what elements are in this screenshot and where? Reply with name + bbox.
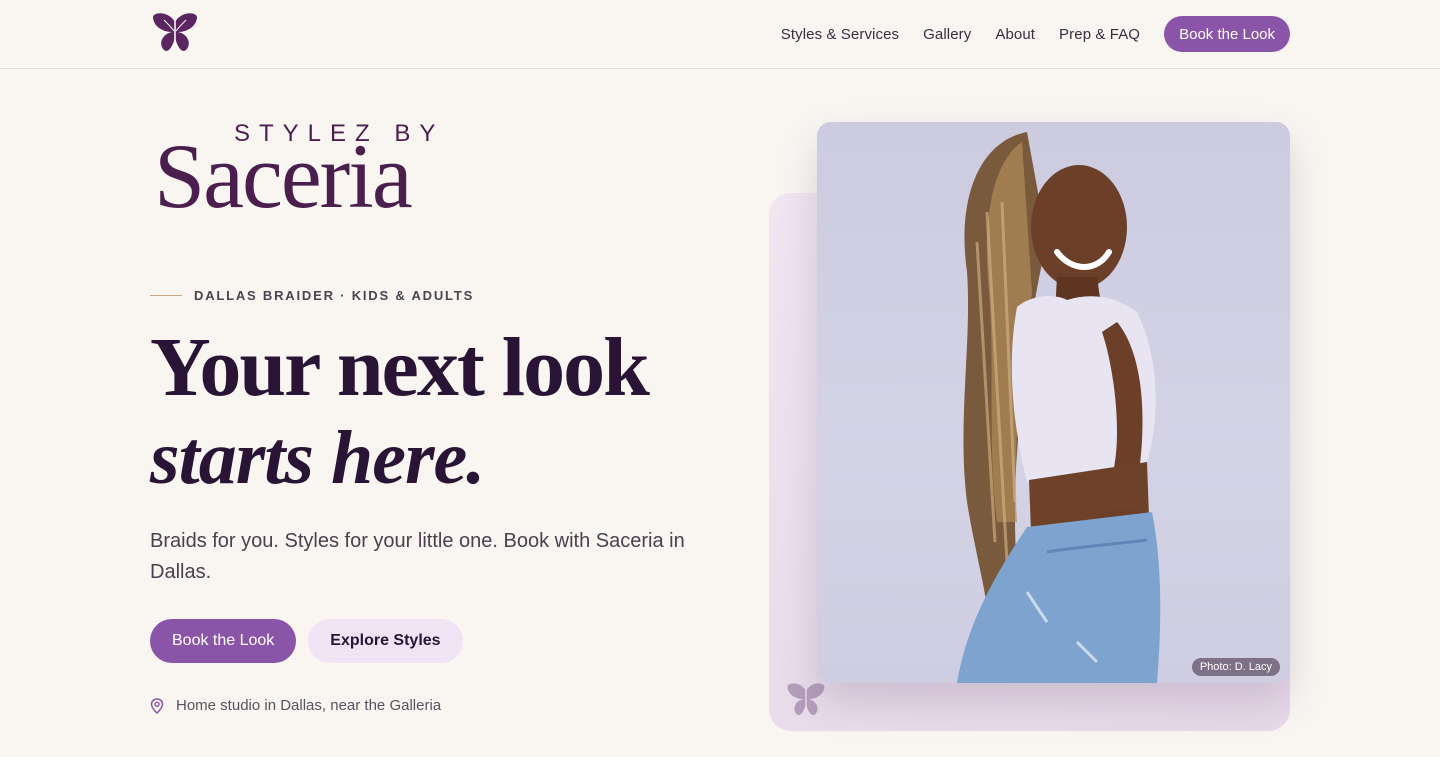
book-the-look-nav-button[interactable]: Book the Look: [1164, 16, 1290, 52]
top-nav: Styles & Services Gallery About Prep & F…: [0, 0, 1440, 69]
nav-link-styles-services[interactable]: Styles & Services: [781, 26, 899, 43]
butterfly-icon[interactable]: [150, 12, 200, 54]
portrait-illustration: [957, 132, 1161, 683]
brand-wordmark-script: Saceria: [154, 125, 413, 227]
book-the-look-button[interactable]: Book the Look: [150, 619, 297, 663]
butterfly-icon: [787, 683, 825, 716]
eyebrow: DALLAS BRAIDER · KIDS & ADULTS: [150, 287, 474, 303]
headline-line-1: Your next look: [150, 321, 650, 414]
hero-photo: Photo: D. Lacy: [817, 122, 1290, 683]
photo-credit-badge: Photo: D. Lacy: [1191, 658, 1280, 676]
headline-line-2: starts here.: [150, 416, 485, 500]
nav-link-gallery[interactable]: Gallery: [923, 26, 971, 43]
nav-link-prep-faq[interactable]: Prep & FAQ: [1059, 26, 1140, 43]
hero-lede: Braids for you. Styles for your little o…: [150, 530, 685, 583]
primary-nav: Styles & Services Gallery About Prep & F…: [781, 16, 1290, 52]
location-text: Home studio in Dallas, near the Galleria: [176, 697, 442, 714]
eyebrow-rule: [150, 294, 182, 296]
hero-cta-row: Book the Look Explore Styles: [150, 619, 463, 663]
studio-location: Home studio in Dallas, near the Galleria: [150, 697, 441, 714]
nav-link-about[interactable]: About: [995, 26, 1035, 43]
map-pin-icon: [150, 697, 164, 714]
explore-styles-button[interactable]: Explore Styles: [308, 619, 463, 663]
hero-headline: Your next look starts here.: [150, 322, 710, 502]
brand-wordmark: STYLEZ BY Saceria: [154, 118, 534, 240]
eyebrow-text: DALLAS BRAIDER · KIDS & ADULTS: [194, 287, 475, 303]
